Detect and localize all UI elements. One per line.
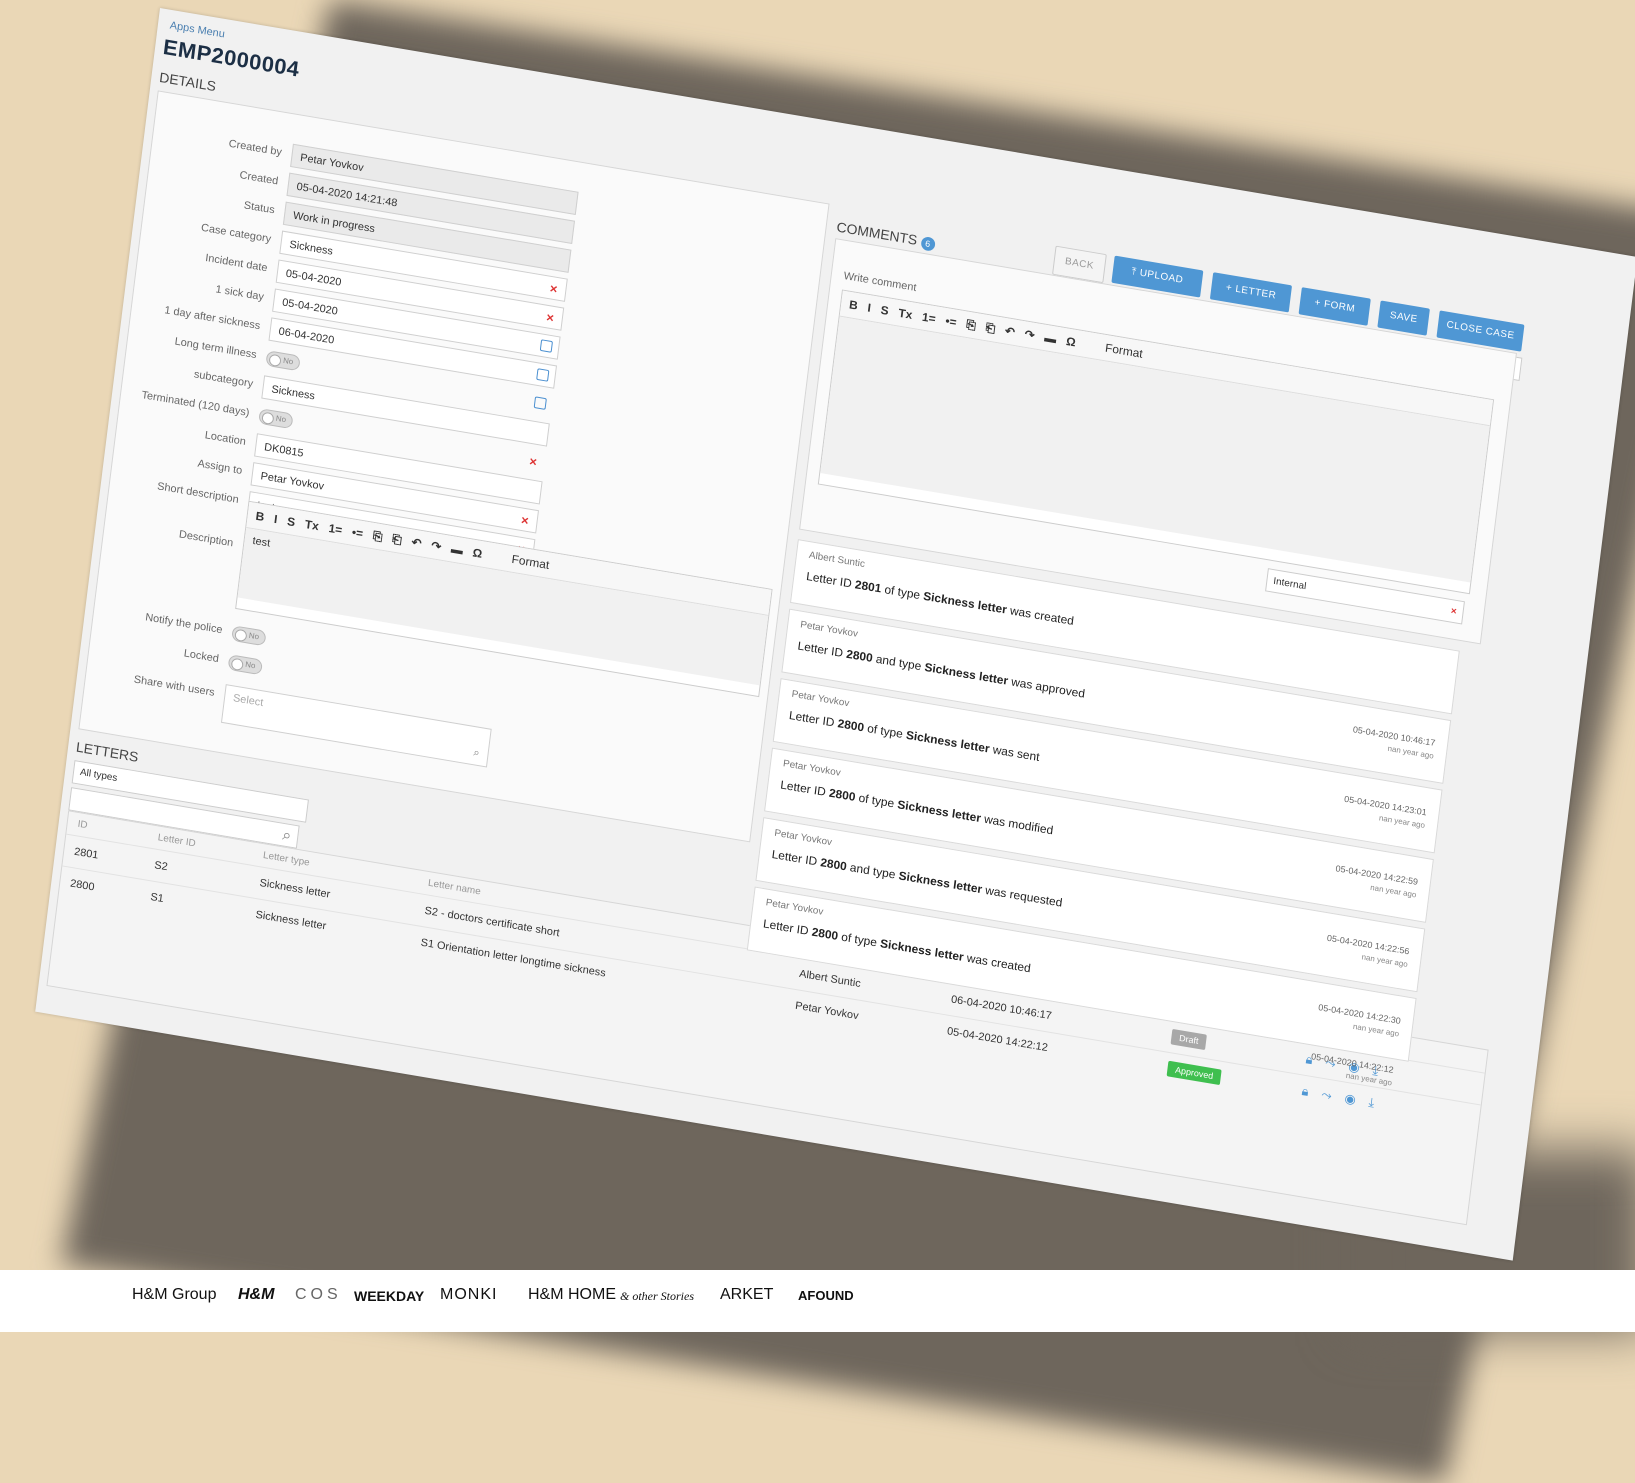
calendar-icon[interactable] <box>539 339 553 353</box>
clear-icon[interactable]: × <box>548 277 558 301</box>
comment-author: Petar Yovkov <box>782 758 842 779</box>
field-value: Sickness <box>270 383 316 403</box>
lock-icon[interactable]: 🔒︎ <box>1301 1083 1310 1099</box>
field-label: Incident date <box>204 252 269 275</box>
details-title: DETAILS <box>158 69 217 95</box>
field-value: 05-04-2020 <box>281 296 339 318</box>
notify-police-toggle[interactable]: No <box>231 625 267 647</box>
toolbar-button[interactable]: ↶ <box>411 535 423 550</box>
toolbar-button[interactable]: S <box>286 514 296 529</box>
toolbar-button[interactable]: ↷ <box>430 539 442 554</box>
description-label: Description <box>178 528 234 550</box>
toolbar-button[interactable]: S <box>880 303 890 318</box>
calendar-icon[interactable] <box>533 396 547 410</box>
field-value: DK0815 <box>263 441 305 460</box>
brand-arket: ARKET <box>720 1286 774 1303</box>
comment-author: Petar Yovkov <box>765 897 824 918</box>
comment-author: Petar Yovkov <box>773 827 833 849</box>
notify-police-label: Notify the police <box>144 611 224 637</box>
toolbar-button[interactable]: ↷ <box>1024 327 1036 342</box>
brand-monki: MONKI <box>440 1286 498 1303</box>
field-value: Petar Yovkov <box>299 151 365 175</box>
share-placeholder: Select <box>232 692 264 710</box>
clear-icon[interactable]: × <box>520 509 530 533</box>
brand-footer: H&M Group H&M COS WEEKDAY MONKI H&M HOME… <box>0 1270 1635 1332</box>
toolbar-button[interactable]: Ω <box>1065 334 1076 349</box>
field-value: Petar Yovkov <box>259 470 325 493</box>
field-label: Location <box>204 429 247 448</box>
comment-author: Petar Yovkov <box>791 688 850 710</box>
write-comment-label: Write comment <box>842 270 918 294</box>
field-label: Created by <box>228 137 283 159</box>
toolbar-button[interactable]: Tx <box>898 306 913 322</box>
share-icon[interactable]: ⤳ <box>1321 1087 1333 1103</box>
field-value: 06-04-2020 <box>277 325 335 347</box>
field-label: 1 sick day <box>214 283 265 304</box>
calendar-icon[interactable] <box>536 368 550 382</box>
view-icon[interactable]: ◉ <box>1344 1091 1357 1107</box>
locked-label: Locked <box>183 647 220 666</box>
search-icon[interactable]: ⌕ <box>281 827 292 846</box>
toolbar-button[interactable]: ▬ <box>1044 331 1058 347</box>
clear-icon[interactable]: × <box>545 306 555 330</box>
field-label: Status <box>243 199 276 217</box>
field-toggle[interactable]: No <box>265 350 301 372</box>
toolbar-button[interactable]: 1= <box>328 521 343 537</box>
field-label: subcategory <box>193 368 254 391</box>
field-label: Assign to <box>196 457 243 477</box>
details-fields: Created by Petar Yovkov Created 05-04-2020 … <box>141 120 628 563</box>
toolbar-button[interactable]: ▬ <box>450 542 464 558</box>
clear-icon[interactable]: × <box>1449 600 1458 624</box>
search-icon[interactable]: ⌕ <box>472 741 481 765</box>
toolbar-button[interactable]: B <box>255 509 265 524</box>
comment-editor[interactable]: B I S Tx 1= •= ⎘ ⎗ ↶ ↷ ▬ Ω Format <box>817 289 1495 595</box>
toolbar-button[interactable]: Tx <box>304 517 319 533</box>
toolbar-button[interactable]: ⎘ <box>372 529 383 544</box>
field-toggle[interactable]: No <box>258 408 294 430</box>
toolbar-button[interactable]: •= <box>351 525 364 540</box>
field-label: Long term illness <box>173 335 258 362</box>
clear-icon[interactable]: × <box>528 450 538 474</box>
toolbar-button[interactable]: •= <box>945 314 958 329</box>
toolbar-button[interactable]: B <box>848 298 858 313</box>
toolbar-button[interactable]: ↶ <box>1004 324 1016 339</box>
details-panel: Created by Petar Yovkov Created 05-04-2020 … <box>78 90 830 843</box>
brand-other-stories: & other Stories <box>620 1289 694 1303</box>
comment-author: Petar Yovkov <box>799 619 859 640</box>
brand-afound: AFOUND <box>798 1288 854 1303</box>
toolbar-button[interactable]: 1= <box>921 310 936 326</box>
toolbar-button[interactable]: ⎗ <box>391 532 402 547</box>
comments-count-badge: 6 <box>919 235 936 252</box>
field-label: Short description <box>156 480 240 506</box>
brand-hm-group: H&M Group <box>132 1286 217 1303</box>
toolbar-button[interactable]: ⎘ <box>966 317 977 332</box>
share-label: Share with users <box>133 673 216 699</box>
toolbar-button[interactable]: I <box>273 512 278 526</box>
toolbar-button[interactable]: ⎗ <box>985 321 996 336</box>
brand-weekday: WEEKDAY <box>354 1288 425 1304</box>
field-value: 05-04-2020 <box>285 267 343 289</box>
toolbar-button[interactable]: Ω <box>472 546 483 561</box>
field-label: Case category <box>200 221 272 246</box>
locked-toggle[interactable]: No <box>227 654 263 676</box>
field-value: Sickness <box>288 238 334 258</box>
comment-author: Albert Suntic <box>808 549 866 571</box>
download-icon[interactable]: ⤓ <box>1368 1095 1375 1110</box>
brand-cos: COS <box>295 1286 342 1303</box>
field-value: Work in progress <box>292 209 376 236</box>
brand-hm: H&M <box>238 1286 275 1303</box>
toolbar-button[interactable]: I <box>867 301 872 315</box>
comment-text: Letter ID 2800 of type Sickness letter w… <box>788 708 1041 764</box>
brand-hm-home: H&M HOME <box>528 1286 616 1303</box>
field-label: Created <box>238 169 279 188</box>
